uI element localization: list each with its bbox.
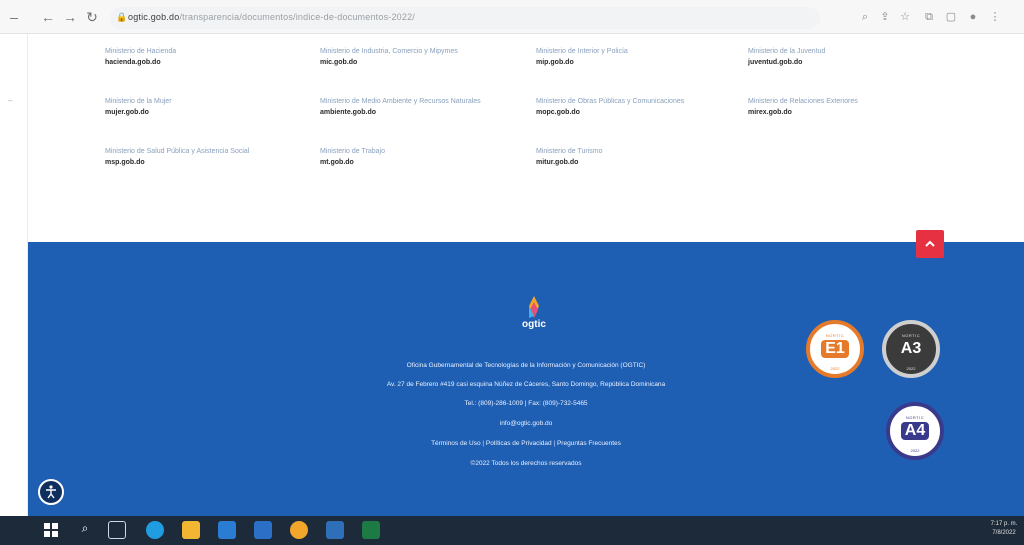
ministry-item[interactable]: Ministerio de Salud Pública y Asistencia… bbox=[105, 148, 305, 166]
clock-date: 7/8/2022 bbox=[992, 530, 1016, 536]
ministry-domain[interactable]: mt.gob.do bbox=[320, 159, 520, 166]
badge-top-text: NORTIC bbox=[905, 415, 925, 420]
task-view-icon[interactable] bbox=[108, 521, 126, 539]
screen: – ← → ↻ 🔒 ogtic.gob.do/transparencia/doc… bbox=[0, 0, 1024, 545]
ministry-domain[interactable]: mip.gob.do bbox=[536, 59, 736, 66]
ministries-section: Ministerio de Hacienda hacienda.gob.do M… bbox=[28, 34, 1024, 242]
ministry-name: Ministerio de Interior y Policía bbox=[536, 48, 628, 55]
badge-code: A4 bbox=[901, 422, 929, 440]
footer-links: Términos de Uso | Políticas de Privacida… bbox=[28, 440, 1024, 447]
ministry-item[interactable]: Ministerio de la Mujer mujer.gob.do bbox=[105, 98, 305, 116]
ministry-name: Ministerio de la Juventud bbox=[748, 48, 826, 55]
phone: Tel.: (809)-286-1009 | Fax: (809)-732-54… bbox=[464, 400, 588, 407]
privacy-link[interactable]: Políticas de Privacidad bbox=[486, 440, 552, 447]
ministry-name: Ministerio de Hacienda bbox=[105, 48, 177, 55]
menu-kebab-icon[interactable]: ⋮ bbox=[988, 10, 1002, 24]
faq-link[interactable]: Preguntas Frecuentes bbox=[557, 440, 621, 447]
chrome-icon[interactable] bbox=[290, 521, 308, 539]
badge-year: 2022 bbox=[906, 366, 916, 371]
site-footer bbox=[28, 242, 1024, 516]
ministry-name: Ministerio de Industria, Comercio y Mipy… bbox=[320, 48, 458, 55]
store-icon[interactable] bbox=[218, 521, 236, 539]
logo-text: ogtic bbox=[522, 319, 546, 330]
ministry-domain[interactable]: juventud.gob.do bbox=[748, 59, 948, 66]
ministry-item[interactable]: Ministerio de Trabajo mt.gob.do bbox=[320, 148, 520, 166]
accessibility-button[interactable] bbox=[38, 479, 64, 505]
url-domain: ogtic.gob.do bbox=[128, 12, 180, 22]
ministry-name: Ministerio de Obras Públicas y Comunicac… bbox=[536, 98, 685, 105]
browser-toolbar: – ← → ↻ 🔒 ogtic.gob.do/transparencia/doc… bbox=[0, 0, 1024, 34]
scroll-to-top-button[interactable] bbox=[916, 230, 944, 258]
ministry-item[interactable]: Ministerio de Hacienda hacienda.gob.do bbox=[105, 48, 305, 66]
system-clock[interactable]: 7:17 p. m. 7/8/2022 bbox=[984, 520, 1024, 538]
chevron-up-icon bbox=[925, 240, 935, 247]
ministry-item[interactable]: Ministerio de Interior y Policía mip.gob… bbox=[536, 48, 736, 66]
ministry-domain[interactable]: mirex.gob.do bbox=[748, 109, 948, 116]
ministry-domain[interactable]: ambiente.gob.do bbox=[320, 109, 520, 116]
ministry-item[interactable]: Ministerio de Obras Públicas y Comunicac… bbox=[536, 98, 736, 116]
url-path: /transparencia/documentos/indice-de-docu… bbox=[179, 12, 415, 22]
copyright: ©2022 Todos los derechos reservados bbox=[470, 460, 582, 467]
search-icon[interactable]: ⌕ bbox=[76, 521, 94, 539]
terms-link[interactable]: Términos de Uso bbox=[431, 440, 481, 447]
badge-year: 2022 bbox=[910, 448, 920, 453]
arrow-right-icon[interactable]: → bbox=[62, 9, 78, 25]
ministry-name: Ministerio de Salud Pública y Asistencia… bbox=[105, 148, 250, 155]
ministry-domain[interactable]: mujer.gob.do bbox=[105, 109, 305, 116]
excel-icon[interactable] bbox=[362, 521, 380, 539]
star-icon[interactable]: ☆ bbox=[898, 10, 912, 24]
badge-year: 2022 bbox=[830, 366, 840, 371]
ministry-domain[interactable]: mic.gob.do bbox=[320, 59, 520, 66]
accessibility-icon bbox=[46, 485, 56, 499]
ministry-domain[interactable]: mopc.gob.do bbox=[536, 109, 736, 116]
nortic-badge-a4[interactable]: NORTIC A4 2022 bbox=[886, 402, 944, 460]
ministry-domain[interactable]: hacienda.gob.do bbox=[105, 59, 305, 66]
windows-taskbar: ⌕ bbox=[0, 516, 1024, 545]
dash-icon: – bbox=[8, 96, 13, 105]
windows-start-icon[interactable] bbox=[42, 521, 60, 539]
url-text[interactable]: ogtic.gob.do/transparencia/documentos/in… bbox=[128, 12, 415, 22]
nortic-badge-a3[interactable]: NORTIC A3 2022 bbox=[882, 320, 940, 378]
ministry-name: Ministerio de la Mujer bbox=[105, 98, 172, 105]
reload-icon[interactable]: ↻ bbox=[84, 9, 100, 25]
ministry-name: Ministerio de Trabajo bbox=[320, 148, 385, 155]
ministry-item[interactable]: Ministerio de Medio Ambiente y Recursos … bbox=[320, 98, 520, 116]
ministry-item[interactable]: Ministerio de Industria, Comercio y Mipy… bbox=[320, 48, 520, 66]
badge-top-text: NORTIC bbox=[825, 333, 845, 338]
badge-code: E1 bbox=[821, 340, 849, 358]
arrow-left-icon[interactable]: ← bbox=[40, 9, 56, 25]
extension-icon[interactable]: ⧉ bbox=[922, 10, 936, 24]
zoom-icon[interactable]: ⌕ bbox=[858, 10, 872, 24]
profile-icon[interactable]: ● bbox=[966, 10, 980, 24]
ministry-name: Ministerio de Medio Ambiente y Recursos … bbox=[320, 98, 481, 105]
ministry-domain[interactable]: msp.gob.do bbox=[105, 159, 305, 166]
ministry-item[interactable]: Ministerio de la Juventud juventud.gob.d… bbox=[748, 48, 948, 66]
left-gutter: – bbox=[0, 34, 28, 516]
ministry-domain[interactable]: mitur.gob.do bbox=[536, 159, 736, 166]
window-menu-icon[interactable]: – bbox=[6, 9, 22, 25]
email-link[interactable]: info@ogtic.gob.do bbox=[28, 420, 1024, 427]
file-explorer-icon[interactable] bbox=[182, 521, 200, 539]
share-icon[interactable]: ⇪ bbox=[878, 10, 892, 24]
badge-code: A3 bbox=[900, 340, 922, 357]
nortic-badge-e1[interactable]: NORTIC E1 2022 bbox=[806, 320, 864, 378]
badge-top-text: NORTIC bbox=[901, 333, 921, 338]
ministry-item[interactable]: Ministerio de Relaciones Exteriores mire… bbox=[748, 98, 948, 116]
window-icon[interactable]: ▢ bbox=[944, 10, 958, 24]
org-name: Oficina Gubernamental de Tecnologías de … bbox=[406, 362, 646, 369]
clock-time: 7:17 p. m. bbox=[990, 521, 1018, 527]
ministry-name: Ministerio de Relaciones Exteriores bbox=[748, 98, 858, 105]
ministry-name: Ministerio de Turismo bbox=[536, 148, 603, 155]
word-icon[interactable] bbox=[326, 521, 344, 539]
mail-icon[interactable] bbox=[254, 521, 272, 539]
edge-icon[interactable] bbox=[146, 521, 164, 539]
address: Av. 27 de Febrero #419 casi esquina Núñe… bbox=[386, 381, 666, 388]
ministry-item[interactable]: Ministerio de Turismo mitur.gob.do bbox=[536, 148, 736, 166]
